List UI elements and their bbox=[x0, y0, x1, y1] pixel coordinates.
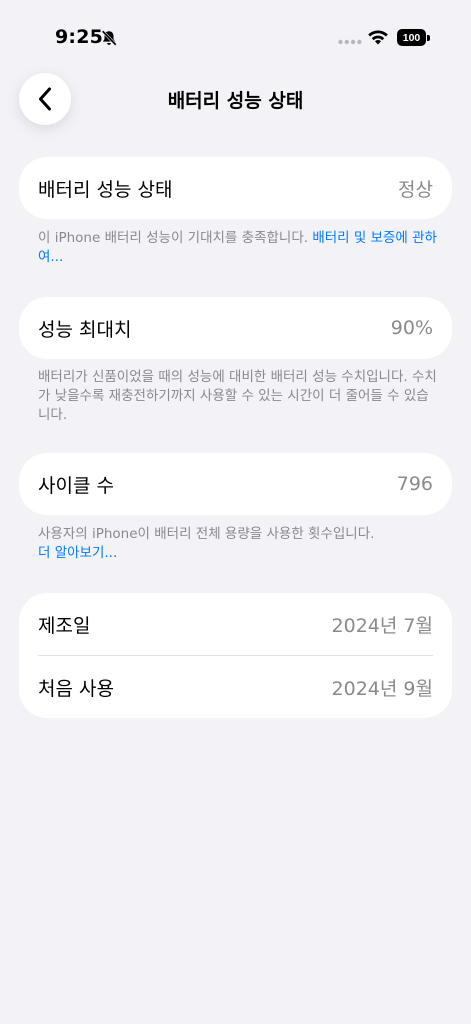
bell-slash-icon bbox=[101, 30, 117, 46]
manufacture-date-label: 제조일 bbox=[38, 614, 91, 637]
cycle-count-note: 사용자의 iPhone이 배터리 전체 용량을 사용한 횟수입니다. 더 알아보… bbox=[38, 525, 438, 563]
cycle-count-note-text: 사용자의 iPhone이 배터리 전체 용량을 사용한 횟수입니다. bbox=[38, 526, 375, 542]
battery-cap bbox=[427, 35, 430, 41]
maximum-capacity-label: 성능 최대치 bbox=[38, 318, 132, 341]
battery-health-note: 이 iPhone 배터리 성능이 기대치를 충족합니다. 배터리 및 보증에 관… bbox=[38, 229, 438, 267]
battery-health-card: 배터리 성능 상태 정상 bbox=[19, 157, 452, 219]
battery-indicator: 100 bbox=[397, 29, 430, 46]
page-title: 배터리 성능 상태 bbox=[167, 90, 304, 112]
battery-health-value: 정상 bbox=[398, 178, 433, 201]
cellular-signal-icon bbox=[338, 39, 362, 45]
maximum-capacity-note-text: 배터리가 신품이었을 때의 성능에 대비한 배터리 성능 수치입니다. 수치가 … bbox=[38, 369, 437, 423]
manufacture-date-value: 2024년 7월 bbox=[331, 614, 433, 637]
maximum-capacity-note: 배터리가 신품이었을 때의 성능에 대비한 배터리 성능 수치입니다. 수치가 … bbox=[38, 368, 438, 425]
cycle-count-card: 사이클 수 796 bbox=[19, 453, 452, 515]
first-use-label: 처음 사용 bbox=[38, 677, 114, 700]
cycle-count-label: 사이클 수 bbox=[38, 474, 114, 497]
wifi-icon bbox=[368, 30, 388, 45]
maximum-capacity-card: 성능 최대치 90% bbox=[19, 297, 452, 359]
cycle-count-row: 사이클 수 796 bbox=[19, 453, 452, 515]
status-bar: 9:25 100 bbox=[0, 0, 471, 70]
first-use-row: 처음 사용 2024년 9월 bbox=[19, 656, 452, 718]
maximum-capacity-value: 90% bbox=[390, 317, 433, 339]
dates-card: 제조일 2024년 7월 처음 사용 2024년 9월 bbox=[19, 593, 452, 718]
battery-health-note-text: 이 iPhone 배터리 성능이 기대치를 충족합니다. bbox=[38, 230, 313, 246]
battery-health-label: 배터리 성능 상태 bbox=[38, 178, 173, 201]
status-time: 9:25 bbox=[55, 26, 104, 48]
learn-more-link[interactable]: 더 알아보기... bbox=[38, 545, 117, 561]
maximum-capacity-row: 성능 최대치 90% bbox=[19, 297, 452, 359]
battery-level: 100 bbox=[397, 29, 426, 46]
battery-health-row: 배터리 성능 상태 정상 bbox=[19, 157, 452, 219]
manufacture-date-row: 제조일 2024년 7월 bbox=[19, 593, 452, 655]
first-use-value: 2024년 9월 bbox=[331, 677, 433, 700]
cycle-count-value: 796 bbox=[396, 473, 433, 495]
